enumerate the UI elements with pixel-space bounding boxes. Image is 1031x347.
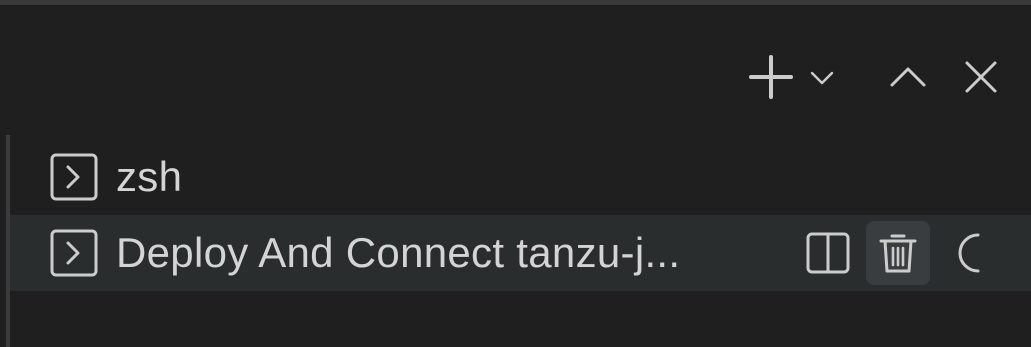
terminal-status-indicator	[936, 221, 1000, 285]
new-terminal-button[interactable]	[741, 49, 801, 105]
terminal-tab-label: zsh	[116, 153, 183, 200]
terminal-tabs-list: zsh Deploy And Connect tanzu-j...	[10, 139, 1031, 291]
kill-terminal-button[interactable]	[866, 221, 930, 285]
terminal-launch-profile-button[interactable]	[801, 49, 843, 105]
trash-icon	[879, 234, 917, 273]
plus-icon	[749, 55, 793, 99]
split-terminal-icon	[806, 232, 850, 274]
terminal-tab-deploy[interactable]: Deploy And Connect tanzu-j...	[10, 215, 1031, 291]
maximize-panel-button[interactable]	[883, 49, 933, 105]
terminal-tab-actions	[796, 221, 1006, 285]
terminal-tab-label: Deploy And Connect tanzu-j...	[116, 229, 681, 276]
chevron-up-icon	[890, 67, 926, 87]
split-terminal-button[interactable]	[796, 221, 860, 285]
terminal-tab-zsh[interactable]: zsh	[10, 139, 1031, 215]
terminal-panel: zsh Deploy And Connect tanzu-j...	[0, 0, 1031, 347]
close-icon	[965, 61, 997, 93]
terminal-icon	[50, 153, 98, 201]
chevron-down-icon	[810, 71, 834, 85]
terminal-icon	[50, 229, 98, 277]
close-panel-button[interactable]	[961, 49, 1001, 105]
terminal-toolbar	[741, 49, 1001, 105]
loading-spinner-icon	[958, 233, 980, 273]
